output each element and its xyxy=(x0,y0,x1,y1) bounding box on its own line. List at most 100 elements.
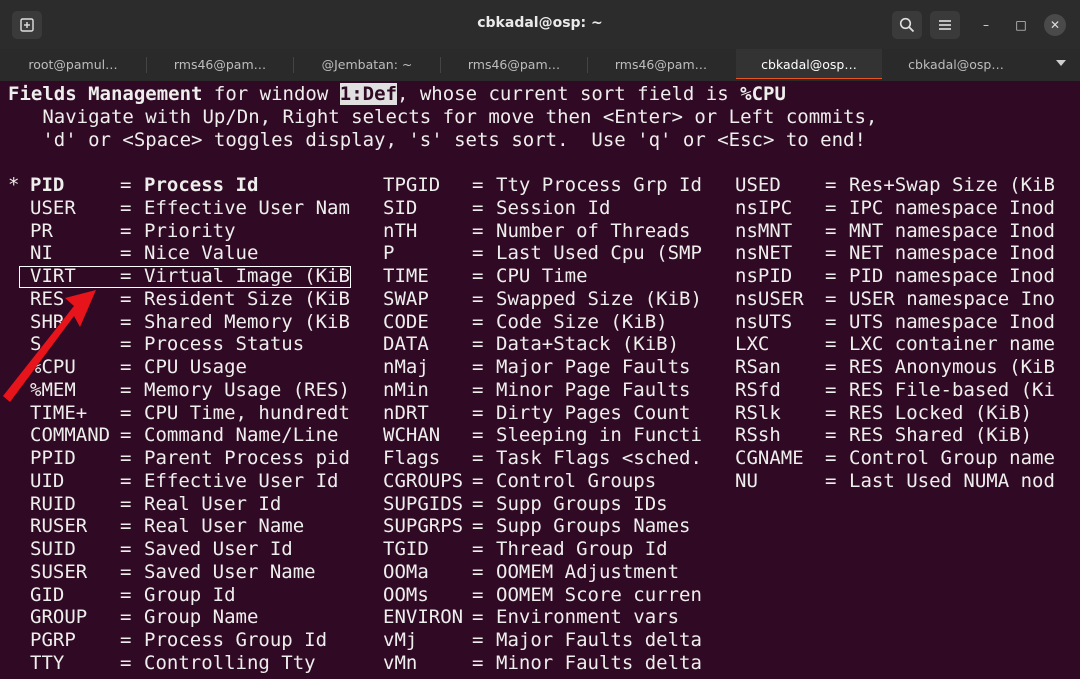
field-name[interactable]: RSsh xyxy=(735,424,781,447)
field-name[interactable]: nsPID xyxy=(735,265,792,288)
field-name[interactable]: RSlk xyxy=(735,402,781,425)
field-name[interactable]: nsNET xyxy=(735,242,792,265)
tab-jembatan[interactable]: @Jembatan: ~ xyxy=(294,49,440,79)
field-name[interactable]: CODE xyxy=(383,311,429,334)
maximize-button[interactable]: □ xyxy=(1010,14,1032,36)
field-name[interactable]: RUID xyxy=(30,493,76,516)
field-name[interactable]: TPGID xyxy=(383,174,440,197)
field-name[interactable]: COMMAND xyxy=(30,424,110,447)
tab-rms46-2[interactable]: rms46@pam… xyxy=(441,49,587,79)
field-displayed-marker xyxy=(8,288,19,311)
field-name[interactable]: nsMNT xyxy=(735,220,792,243)
tab-cbkadal-active[interactable]: cbkadal@osp… xyxy=(736,49,882,79)
terminal-view[interactable]: Fields Management for window 1:Def, whos… xyxy=(0,81,1080,679)
field-name[interactable]: SUID xyxy=(30,538,76,561)
field-name[interactable]: TIME+ xyxy=(30,402,87,425)
field-name[interactable]: SWAP xyxy=(383,288,429,311)
sort-field: %CPU xyxy=(740,83,786,105)
close-button[interactable]: ✕ xyxy=(1044,14,1066,36)
field-displayed-marker xyxy=(8,652,19,675)
field-name[interactable]: NI xyxy=(30,242,53,265)
field-name[interactable]: RSfd xyxy=(735,379,781,402)
field-name[interactable]: SUPGRPS xyxy=(383,515,463,538)
field-separator: = xyxy=(120,333,132,356)
tab-rms46-1[interactable]: rms46@pam… xyxy=(147,49,293,79)
field-name[interactable]: nsIPC xyxy=(735,197,792,220)
field-name[interactable]: S xyxy=(30,333,41,356)
field-name[interactable]: RES xyxy=(30,288,64,311)
field-separator: = xyxy=(472,174,484,196)
field-name[interactable]: OOMa xyxy=(383,561,429,584)
field-name[interactable]: OOMs xyxy=(383,584,429,607)
field-separator: = xyxy=(120,378,132,401)
tab-rms46-3[interactable]: rms46@pam… xyxy=(588,49,734,79)
field-name[interactable]: nsUSER xyxy=(735,288,804,311)
field-name[interactable]: VIRT xyxy=(30,265,76,288)
field-name[interactable]: TTY xyxy=(30,652,64,675)
field-name[interactable]: CGNAME xyxy=(735,447,804,470)
tab-label: @Jembatan: ~ xyxy=(321,56,413,72)
field-separator: = xyxy=(825,242,837,265)
minimize-button[interactable]: – xyxy=(975,14,997,36)
field-name[interactable]: P xyxy=(383,242,394,265)
field-name[interactable]: PPID xyxy=(30,447,76,470)
field-name[interactable]: nTH xyxy=(383,220,417,243)
tab-root-pamul[interactable]: root@pamul… xyxy=(0,49,146,79)
field-name[interactable]: PGRP xyxy=(30,629,76,652)
field-name[interactable]: NU xyxy=(735,470,758,493)
field-name[interactable]: GID xyxy=(30,584,64,607)
field-displayed-marker xyxy=(8,242,19,265)
field-separator: = xyxy=(472,492,484,515)
field-description: Process Id xyxy=(144,174,259,196)
search-icon xyxy=(899,17,915,33)
field-name[interactable]: %MEM xyxy=(30,379,76,402)
header-text: , whose current sort field is xyxy=(396,83,741,105)
field-separator: = xyxy=(472,424,484,447)
field-name[interactable]: nMin xyxy=(383,379,429,402)
field-separator: = xyxy=(120,560,132,583)
field-name[interactable]: SHR xyxy=(30,311,64,334)
field-name[interactable]: CGROUPS xyxy=(383,470,463,493)
search-button[interactable] xyxy=(892,11,922,39)
field-separator: = xyxy=(120,287,132,310)
field-name[interactable]: vMn xyxy=(383,652,417,675)
field-name[interactable]: ENVIRON xyxy=(383,606,463,629)
field-name[interactable]: SUPGIDS xyxy=(383,493,463,516)
field-name[interactable]: WCHAN xyxy=(383,424,440,447)
field-separator: = xyxy=(472,538,484,560)
tab-list-dropdown-icon[interactable] xyxy=(1056,60,1066,66)
field-name[interactable]: GROUP xyxy=(30,606,87,629)
field-name[interactable]: UID xyxy=(30,470,64,493)
field-separator: = xyxy=(120,401,132,424)
field-separator: = xyxy=(825,196,837,219)
field-name[interactable]: DATA xyxy=(383,333,429,356)
field-name[interactable]: SID xyxy=(383,197,417,220)
field-name[interactable]: PR xyxy=(30,220,53,243)
field-name[interactable]: vMj xyxy=(383,629,417,652)
field-description: Real User Name xyxy=(144,515,305,538)
field-name[interactable]: nMaj xyxy=(383,356,429,379)
field-description: OOMEM Score curren xyxy=(496,583,702,606)
field-name[interactable]: RSan xyxy=(735,356,781,379)
field-name[interactable]: USER xyxy=(30,197,76,220)
field-name[interactable]: TIME xyxy=(383,265,429,288)
field-description: OOMEM Adjustment xyxy=(496,560,680,583)
field-name[interactable]: Flags xyxy=(383,447,440,470)
field-name[interactable]: RUSER xyxy=(30,515,87,538)
field-name[interactable]: USED xyxy=(735,174,781,197)
field-name[interactable]: nDRT xyxy=(383,402,429,425)
field-name[interactable]: TGID xyxy=(383,538,429,561)
field-name[interactable]: SUSER xyxy=(30,561,87,584)
field-name[interactable]: PID xyxy=(30,174,64,197)
field-separator: = xyxy=(472,560,484,583)
field-description: IPC namespace Inod xyxy=(849,196,1055,219)
field-name[interactable]: nsUTS xyxy=(735,311,792,334)
tab-cbkadal[interactable]: cbkadal@osp… xyxy=(883,49,1029,79)
field-name[interactable]: LXC xyxy=(735,333,769,356)
field-separator: = xyxy=(120,469,132,492)
menu-button[interactable] xyxy=(930,11,960,39)
field-name[interactable]: %CPU xyxy=(30,356,76,379)
field-description: Nice Value xyxy=(144,242,259,265)
window-name: 1:Def xyxy=(339,83,397,105)
field-separator: = xyxy=(472,469,484,492)
